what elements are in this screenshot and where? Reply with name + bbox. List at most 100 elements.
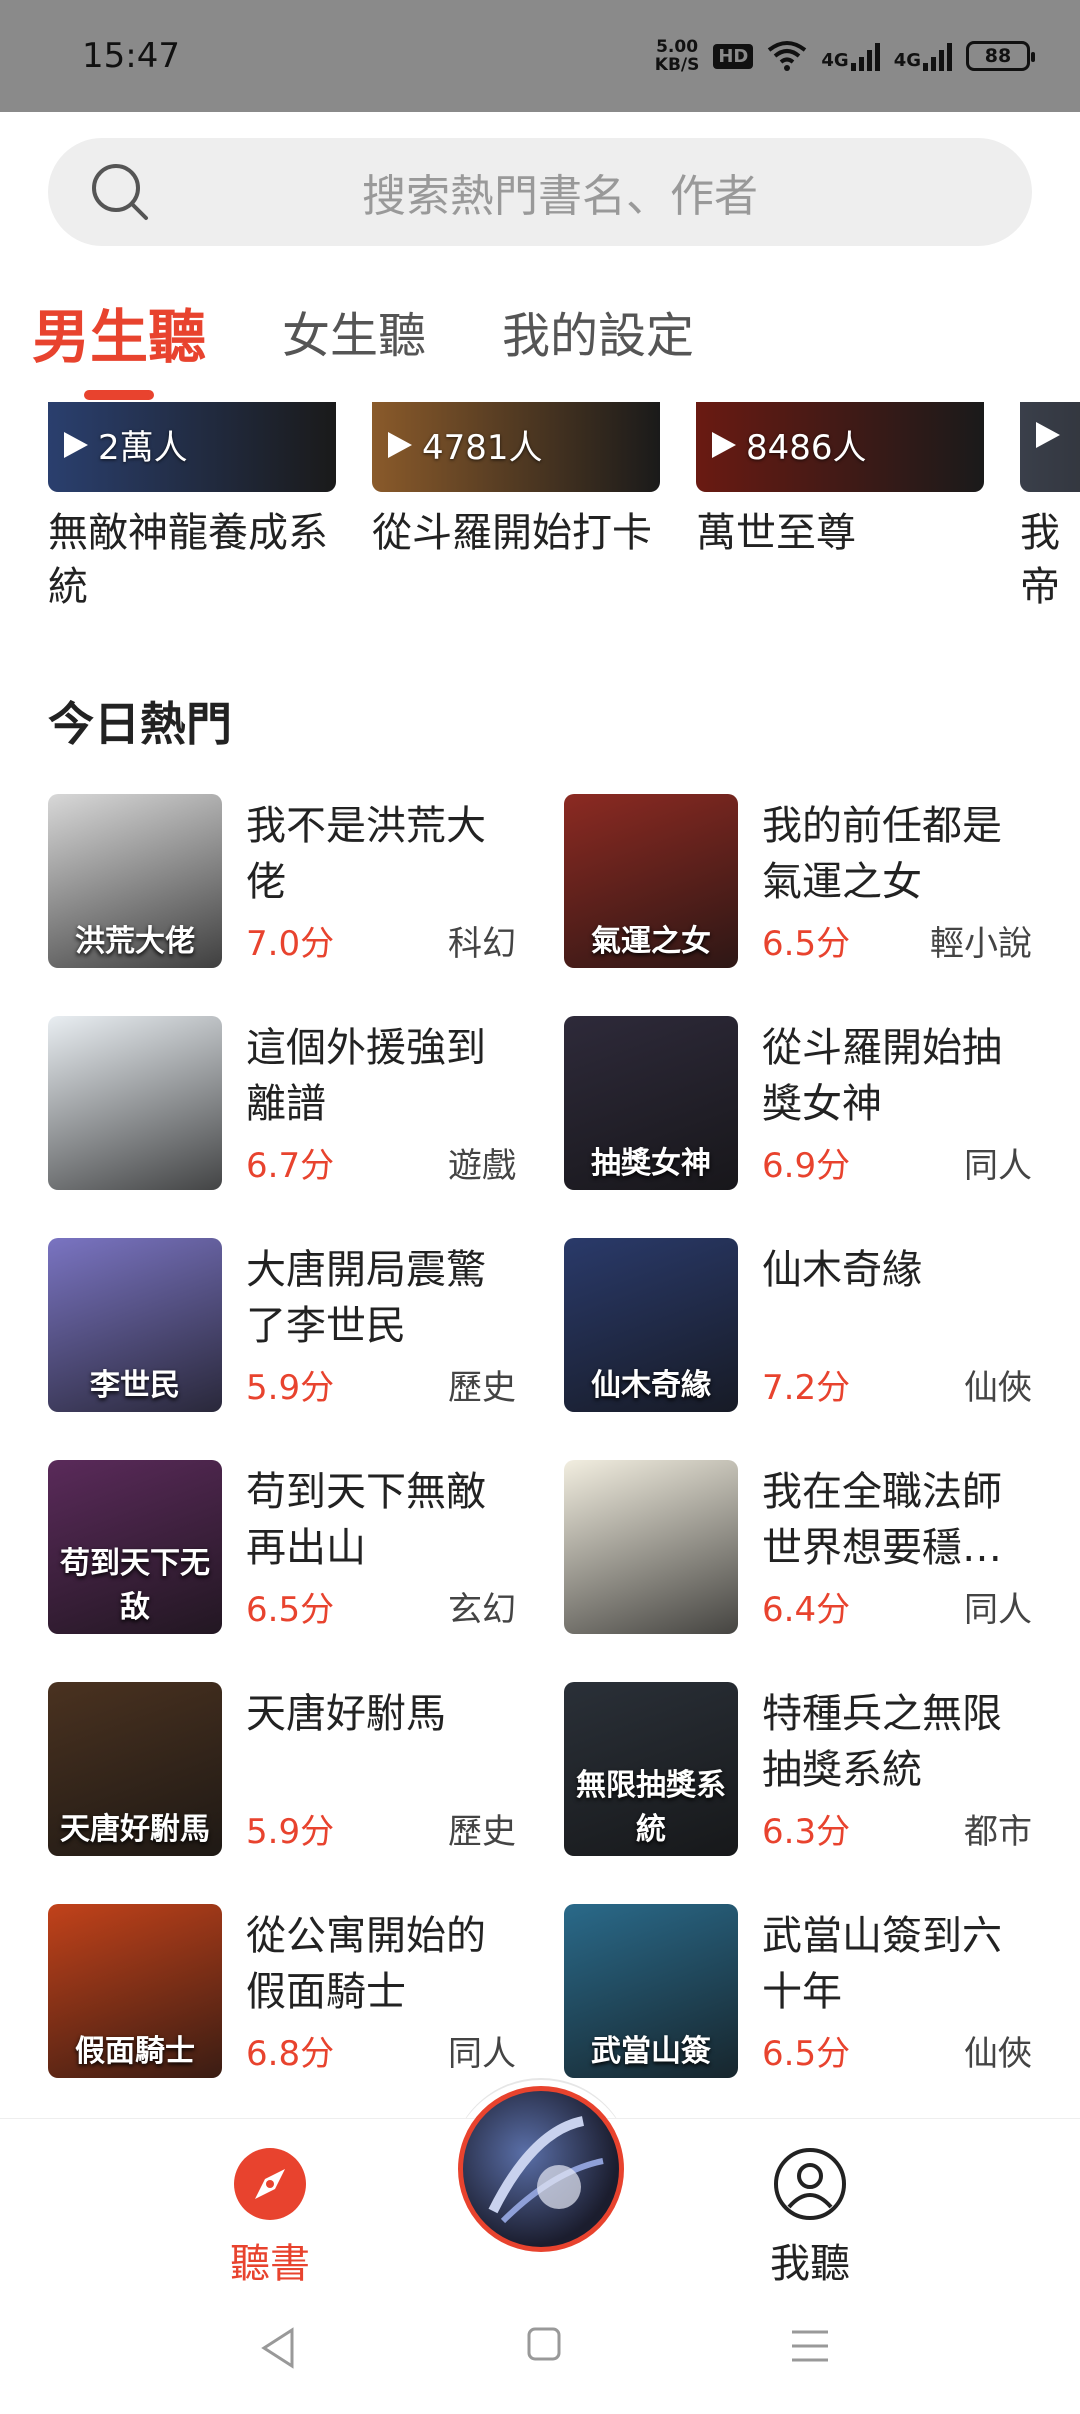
featured-cover xyxy=(1020,402,1080,492)
compass-icon xyxy=(234,2148,306,2220)
featured-cover: 4781人 xyxy=(372,402,660,492)
book-title: 仙木奇緣 xyxy=(762,1247,922,1293)
book-title: 苟到天下無敵再出山 xyxy=(246,1469,486,1571)
nav-listen-books[interactable]: 聽書 xyxy=(170,2147,370,2289)
book-score: 6.5分 xyxy=(762,2034,851,2074)
book-cover: 天唐好駙馬 xyxy=(48,1682,222,1856)
book-cover-text: 假面騎士 xyxy=(75,2034,195,2069)
book-genre: 仙俠 xyxy=(964,1368,1032,1408)
book-score: 6.5分 xyxy=(762,924,851,964)
book-score: 6.3分 xyxy=(762,1812,851,1852)
book-score: 6.7分 xyxy=(246,1146,335,1186)
book-cover: 氣運之女 xyxy=(564,794,738,968)
system-nav-bar xyxy=(0,2288,1080,2414)
play-icon xyxy=(712,431,736,458)
book-title: 武當山簽到六十年 xyxy=(762,1913,1002,2015)
book-cover-text: 天唐好駙馬 xyxy=(60,1812,210,1847)
menu-icon[interactable] xyxy=(790,2326,830,2366)
featured-row: 2萬人 無敵神龍養成系統 4781人 從斗羅開始打卡 8486人 萬世至尊 我帝 xyxy=(0,402,1080,622)
featured-card[interactable]: 我帝 xyxy=(1020,402,1080,614)
clock: 15:47 xyxy=(82,36,180,76)
home-icon[interactable] xyxy=(526,2326,562,2362)
user-icon xyxy=(774,2148,846,2220)
book-title: 天唐好駙馬 xyxy=(246,1691,446,1737)
book-item[interactable]: 假面騎士 從公寓開始的假面騎士 6.8分 同人 xyxy=(48,1904,516,2080)
search-bar[interactable]: 搜索熱門書名、作者 xyxy=(48,138,1032,246)
featured-cover: 2萬人 xyxy=(48,402,336,492)
book-cover xyxy=(48,1016,222,1190)
book-genre: 科幻 xyxy=(448,924,516,964)
book-genre: 同人 xyxy=(964,1146,1032,1186)
book-genre: 同人 xyxy=(448,2034,516,2074)
book-title: 我的前任都是氣運之女 xyxy=(762,803,1002,905)
book-cover-text: 苟到天下无敌 xyxy=(60,1546,210,1625)
featured-card[interactable]: 8486人 萬世至尊 xyxy=(696,402,984,560)
book-item[interactable]: 苟到天下无敌 苟到天下無敵再出山 6.5分 玄幻 xyxy=(48,1460,516,1636)
tab-male[interactable]: 男生聽 xyxy=(32,290,206,400)
featured-card[interactable]: 2萬人 無敵神龍養成系統 xyxy=(48,402,336,614)
back-icon[interactable] xyxy=(258,2326,298,2370)
play-count: 8486人 xyxy=(710,420,867,469)
now-playing-disc[interactable] xyxy=(458,2086,624,2252)
book-score: 6.8分 xyxy=(246,2034,335,2074)
book-item[interactable]: 我在全職法師世界想要穩… 6.4分 同人 xyxy=(564,1460,1032,1636)
book-score: 5.9分 xyxy=(246,1368,335,1408)
book-item[interactable]: 這個外援強到離譜 6.7分 遊戲 xyxy=(48,1016,516,1192)
book-item[interactable]: 抽獎女神 從斗羅開始抽獎女神 6.9分 同人 xyxy=(564,1016,1032,1192)
featured-title: 萬世至尊 xyxy=(696,510,856,556)
book-genre: 遊戲 xyxy=(448,1146,516,1186)
tab-female[interactable]: 女生聽 xyxy=(282,290,426,366)
book-item[interactable]: 仙木奇緣 仙木奇緣 7.2分 仙俠 xyxy=(564,1238,1032,1414)
book-cover-text: 洪荒大佬 xyxy=(75,924,195,959)
book-genre: 歷史 xyxy=(448,1368,516,1408)
book-title: 我不是洪荒大佬 xyxy=(246,803,486,905)
book-item[interactable]: 天唐好駙馬 天唐好駙馬 5.9分 歷史 xyxy=(48,1682,516,1858)
book-genre: 歷史 xyxy=(448,1812,516,1852)
book-item[interactable]: 氣運之女 我的前任都是氣運之女 6.5分 輕小說 xyxy=(564,794,1032,970)
featured-title: 從斗羅開始打卡 xyxy=(372,510,652,556)
book-score: 6.5分 xyxy=(246,1590,335,1630)
book-title: 這個外援強到離譜 xyxy=(246,1025,486,1127)
book-genre: 玄幻 xyxy=(448,1590,516,1630)
featured-cover: 8486人 xyxy=(696,402,984,492)
book-genre: 同人 xyxy=(964,1590,1032,1630)
book-score: 7.2分 xyxy=(762,1368,851,1408)
book-cover: 抽獎女神 xyxy=(564,1016,738,1190)
search-placeholder: 搜索熱門書名、作者 xyxy=(362,171,758,222)
tab-my-settings[interactable]: 我的設定 xyxy=(502,290,694,366)
album-art-icon xyxy=(488,2116,604,2224)
book-cover-text: 李世民 xyxy=(90,1368,180,1403)
signal-icon-2: 4G xyxy=(894,41,952,71)
book-title: 我在全職法師世界想要穩… xyxy=(762,1469,1002,1571)
book-cover-text: 仙木奇緣 xyxy=(591,1368,711,1403)
book-item[interactable]: 武當山簽 武當山簽到六十年 6.5分 仙俠 xyxy=(564,1904,1032,2080)
featured-card[interactable]: 4781人 從斗羅開始打卡 xyxy=(372,402,660,560)
book-cover: 苟到天下无敌 xyxy=(48,1460,222,1634)
book-cover: 武當山簽 xyxy=(564,1904,738,2078)
book-score: 6.4分 xyxy=(762,1590,851,1630)
book-item[interactable]: 李世民 大唐開局震驚了李世民 5.9分 歷史 xyxy=(48,1238,516,1414)
category-tabs: 男生聽 女生聽 我的設定 xyxy=(32,290,770,410)
book-cover-text: 抽獎女神 xyxy=(591,1146,711,1181)
nav-my-listen[interactable]: 我聽 xyxy=(710,2147,910,2289)
featured-title: 無敵神龍養成系統 xyxy=(48,510,328,610)
book-cover: 仙木奇緣 xyxy=(564,1238,738,1412)
book-cover-text: 武當山簽 xyxy=(591,2034,711,2069)
play-count: 2萬人 xyxy=(62,420,188,469)
play-count xyxy=(1034,420,1062,450)
book-item[interactable]: 無限抽獎系統 特種兵之無限抽獎系統 6.3分 都市 xyxy=(564,1682,1032,1858)
book-item[interactable]: 洪荒大佬 我不是洪荒大佬 7.0分 科幻 xyxy=(48,794,516,970)
book-cover: 洪荒大佬 xyxy=(48,794,222,968)
book-genre: 都市 xyxy=(964,1812,1032,1852)
book-cover-text: 氣運之女 xyxy=(591,924,711,959)
book-cover-text: 無限抽獎系統 xyxy=(576,1768,726,1847)
wifi-icon xyxy=(768,41,807,71)
play-icon xyxy=(64,431,88,458)
book-title: 大唐開局震驚了李世民 xyxy=(246,1247,486,1349)
book-title: 從公寓開始的假面騎士 xyxy=(246,1913,486,2015)
book-cover: 無限抽獎系統 xyxy=(564,1682,738,1856)
network-speed: 5.00 KB/S xyxy=(654,37,700,75)
book-cover: 假面騎士 xyxy=(48,1904,222,2078)
section-title: 今日熱門 xyxy=(48,697,232,751)
tab-indicator xyxy=(84,390,154,400)
